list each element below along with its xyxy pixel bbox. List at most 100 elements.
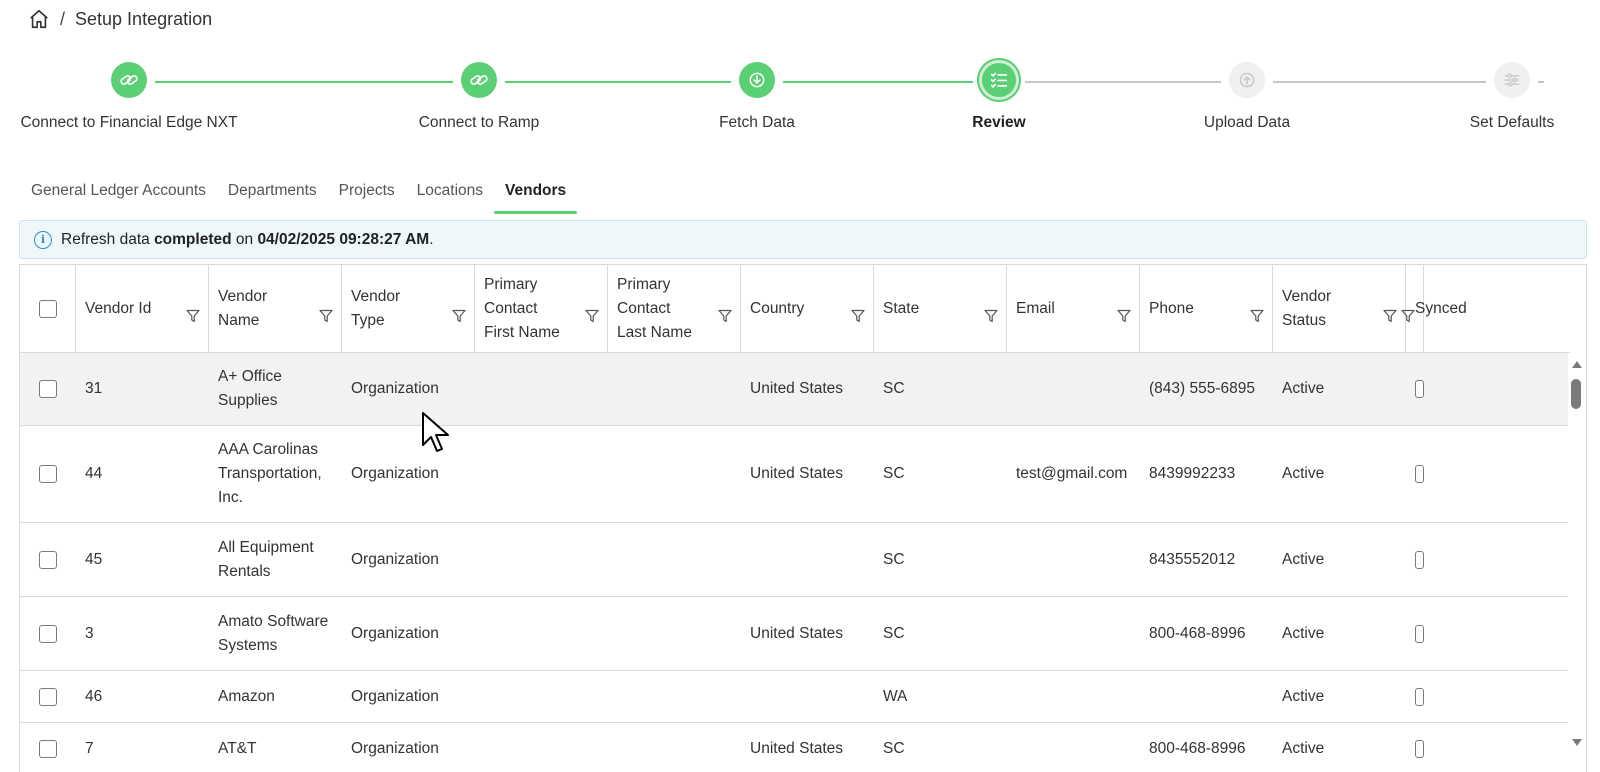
cell-status-text: Active [1282,380,1325,397]
tab-bar: General Ledger Accounts Departments Projec… [20,176,578,214]
filter-icon[interactable] [1250,307,1264,322]
synced-checkbox[interactable] [1415,465,1424,483]
filter-icon[interactable] [1383,307,1397,322]
step-label: Fetch Data [719,114,795,131]
cell-status: Active [1273,671,1406,722]
filter-icon[interactable] [718,307,732,322]
download-icon [739,62,775,98]
table-row[interactable]: 7 AT&T Organization United States SC 800-468-… [20,723,1570,772]
cell-id: 46 [76,671,209,722]
cell-last [608,671,741,722]
cell-id-text: 7 [85,739,94,757]
filter-icon[interactable] [186,307,200,322]
synced-checkbox[interactable] [1415,624,1424,643]
cell-phone: 8439992233 [1140,426,1273,522]
cell-email [1007,353,1140,425]
cell-id: 44 [76,426,209,522]
tab-locations[interactable]: Locations [406,176,494,214]
home-icon[interactable] [28,8,50,30]
cell-synced [1406,597,1424,670]
cell-status: Active [1273,723,1406,772]
table-row[interactable]: 45 All Equipment Rentals Organization SC 8435… [20,523,1570,597]
column-header-line: Vendor [218,287,268,305]
tab-projects[interactable]: Projects [328,176,406,214]
cell-type-text: Organization [351,465,439,482]
vertical-scrollbar[interactable] [1568,353,1586,772]
column-header: Vendor Name [209,265,342,352]
cell-synced [1406,353,1424,425]
column-header: Synced [1401,265,1467,352]
tab-vendors[interactable]: Vendors [494,176,578,214]
breadcrumb: / Setup Integration [28,6,212,32]
scroll-up-arrow-icon[interactable] [1572,361,1582,368]
column-header-line: Vendor [1282,287,1332,305]
filter-icon[interactable] [984,307,998,322]
table-row[interactable]: 44 AAA Carolinas Transportation, Inc. Organi… [20,426,1570,523]
scroll-down-arrow-icon[interactable] [1572,739,1582,746]
cell-country: United States [741,723,874,772]
column-header-label: Vendor Status [1282,285,1357,333]
row-checkbox[interactable] [39,465,57,483]
vendor-name-text: All Equipment Rentals [218,536,314,584]
cell-country-text: United States [750,739,844,757]
step-connect-to-ramp: Connect to Ramp [359,58,599,132]
row-select-cell [20,523,76,596]
checklist-icon [982,63,1016,97]
cell-type: Organization [342,723,475,772]
synced-checkbox[interactable] [1415,739,1424,758]
cell-name: AT&T [209,723,342,772]
step-indicator [1490,58,1534,102]
cell-id-text: 44 [85,465,103,482]
cell-country: United States [741,426,874,522]
cell-state: WA [874,671,1007,722]
column-header-label: Primary Contact First Name [484,273,586,345]
step-label: Connect to Financial Edge NXT [20,114,238,131]
vendor-name-line: Supplies [218,392,278,409]
filter-icon[interactable] [1117,307,1131,322]
column-header-label: Vendor Id [85,297,177,321]
row-checkbox[interactable] [39,550,57,569]
row-checkbox[interactable] [39,687,57,706]
table-row[interactable]: 46 Amazon Organization WA Active [20,671,1570,723]
filter-icon[interactable] [851,307,865,322]
cell-type: Organization [342,426,475,522]
filter-icon[interactable] [319,307,333,322]
cell-country [741,523,874,596]
synced-checkbox[interactable] [1415,687,1424,706]
synced-checkbox[interactable] [1415,380,1424,398]
cell-last [608,723,741,772]
cell-status: Active [1273,523,1406,596]
synced-checkbox[interactable] [1415,550,1424,569]
row-checkbox[interactable] [39,380,57,398]
table-row[interactable]: 31 A+ Office Supplies Organization United St… [20,353,1570,426]
tab-departments[interactable]: Departments [217,176,328,214]
table-row[interactable]: 3 Amato Software Systems Organization United… [20,597,1570,671]
cell-first [475,353,608,425]
banner-status: completed [154,230,232,248]
cell-status: Active [1273,597,1406,670]
vendor-name-line: All Equipment [218,538,314,556]
scrollbar-thumb[interactable] [1571,379,1581,409]
cell-first [475,523,608,596]
banner-suffix: . [429,230,434,248]
step-indicator [107,58,151,102]
row-select-cell [20,353,76,425]
filter-icon[interactable] [452,307,466,322]
filter-icon[interactable] [585,307,599,322]
link-icon [461,62,497,98]
cell-phone-text: 8435552012 [1149,550,1236,568]
cell-type: Organization [342,597,475,670]
cell-email [1007,671,1140,722]
info-banner: i Refresh data completed on 04/02/2025 0… [19,220,1587,259]
cell-country [741,671,874,722]
row-select-cell [20,671,76,722]
tab-general-ledger-accounts[interactable]: General Ledger Accounts [20,176,217,214]
filter-icon[interactable] [1401,307,1415,322]
cell-state-text: SC [883,739,905,757]
vendor-name-text: Amato Software Systems [218,610,328,658]
vendor-name-line: A+ Office [218,368,282,385]
row-checkbox[interactable] [39,624,57,643]
select-all-checkbox[interactable] [38,299,57,318]
cell-status-text: Active [1282,687,1325,705]
row-checkbox[interactable] [39,739,57,758]
